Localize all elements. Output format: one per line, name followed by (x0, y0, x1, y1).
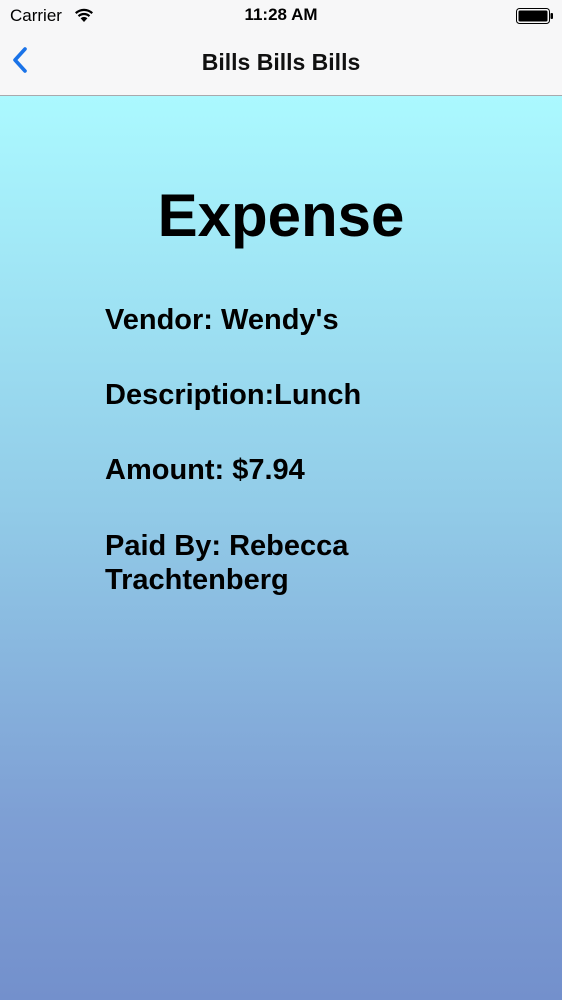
amount-label: Amount: $7.94 (105, 454, 305, 486)
navigation-bar: Bills Bills Bills (0, 32, 562, 96)
expense-detail: Expense Vendor: Wendy's Description:Lunc… (0, 96, 562, 1000)
battery-icon (516, 8, 553, 24)
page-title: Expense (157, 182, 405, 249)
status-bar: Carrier 11:28 AM (0, 0, 562, 32)
vendor-label: Vendor: Wendy's (105, 304, 339, 336)
status-time: 11:28 AM (244, 5, 318, 24)
description-label: Description:Lunch (105, 379, 362, 411)
nav-title: Bills Bills Bills (201, 49, 361, 75)
paid-by-label: Paid By: Rebecca Trachtenberg (105, 530, 349, 596)
screen: Carrier 11:28 AM Bills Bills Bills Expen… (0, 0, 562, 1000)
